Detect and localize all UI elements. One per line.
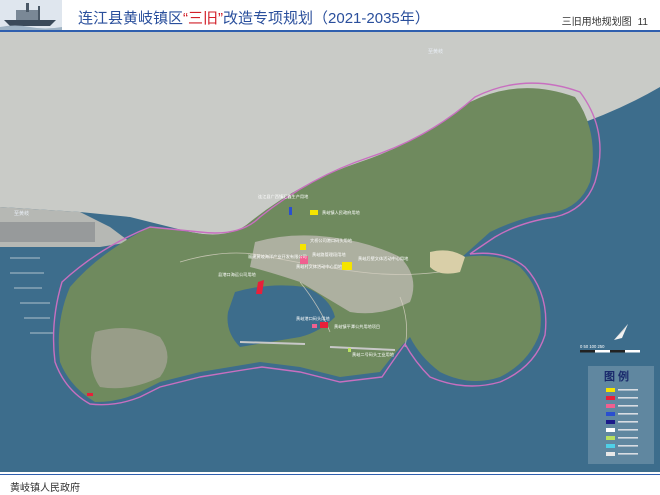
site-label: 黄岐路管理段用地	[312, 251, 346, 258]
page-tag: 三旧用地规划图 11	[562, 13, 648, 28]
site-label: 福建黄岐海洋产业开发有限公司	[248, 253, 307, 260]
site-label: 县港口海运公司用地	[218, 271, 257, 278]
legend-text-line	[618, 453, 638, 455]
legend-swatch	[606, 452, 615, 456]
legend-swatch	[606, 404, 615, 408]
site-label: 大桥公司港口码头用地	[310, 237, 353, 244]
legend-swatch	[606, 444, 615, 448]
place-label-north: 至黄岐	[428, 48, 443, 55]
ship-logo-icon	[0, 0, 62, 30]
site-label: 黄岐镇平潭公共用地项目	[334, 323, 380, 330]
legend-swatch	[606, 396, 615, 400]
legend-text-line	[618, 405, 638, 407]
plot-yellow-2	[300, 244, 306, 250]
plot-red-3	[87, 393, 93, 396]
site-label: 黄岐村文体活动中心用地	[296, 263, 343, 270]
scale-label: 0 50 100 250	[580, 344, 605, 349]
plot-yellow-1	[310, 210, 318, 215]
legend-text-line	[618, 437, 638, 439]
legend-swatch	[606, 420, 615, 424]
legend-swatch	[606, 388, 615, 392]
legend-text-line	[618, 429, 638, 431]
legend-text-line	[618, 413, 638, 415]
legend-title: 图 例	[604, 369, 629, 383]
legend-swatch	[606, 428, 615, 432]
legend: 图 例	[588, 366, 654, 464]
legend-text-line	[618, 389, 638, 391]
place-label-west: 至黄岐	[14, 210, 29, 217]
site-label: 黄岐港口码头用地	[296, 315, 330, 322]
site-label: 连江县广西镇汇鑫生产用地	[258, 193, 309, 200]
site-label: 黄岐后壁文体活动中心用地	[358, 255, 409, 262]
footer-divider	[0, 474, 660, 475]
page-title: 连江县黄岐镇区“三旧”改造专项规划（2021-2035年）	[78, 10, 430, 27]
legend-text-line	[618, 421, 638, 423]
plot-yellow-3	[342, 262, 352, 270]
land-use-map: 至黄岐 至黄岐 连江县广西镇汇鑫生产用地 黄岐镇人民政府用地 大桥公司港口码头用…	[0, 32, 660, 472]
legend-text-line	[618, 445, 638, 447]
page-number: 11	[637, 17, 648, 28]
title-highlight: “三旧”	[183, 10, 224, 27]
site-label: 黄岐镇人民政府用地	[322, 209, 361, 216]
legend-swatch	[606, 436, 615, 440]
plot-red-2	[320, 322, 328, 328]
plot-green-1	[348, 348, 351, 352]
footer-text: 黄岐镇人民政府	[10, 483, 80, 494]
site-label: 黄岐二号码头工业用地	[352, 351, 395, 358]
section-name: 三旧用地规划图	[561, 17, 632, 28]
legend-swatches	[606, 388, 638, 456]
legend-swatch	[606, 412, 615, 416]
plot-blue-1	[289, 207, 292, 215]
plot-pink-2	[312, 324, 317, 328]
legend-text-line	[618, 397, 638, 399]
west-port	[0, 222, 95, 242]
